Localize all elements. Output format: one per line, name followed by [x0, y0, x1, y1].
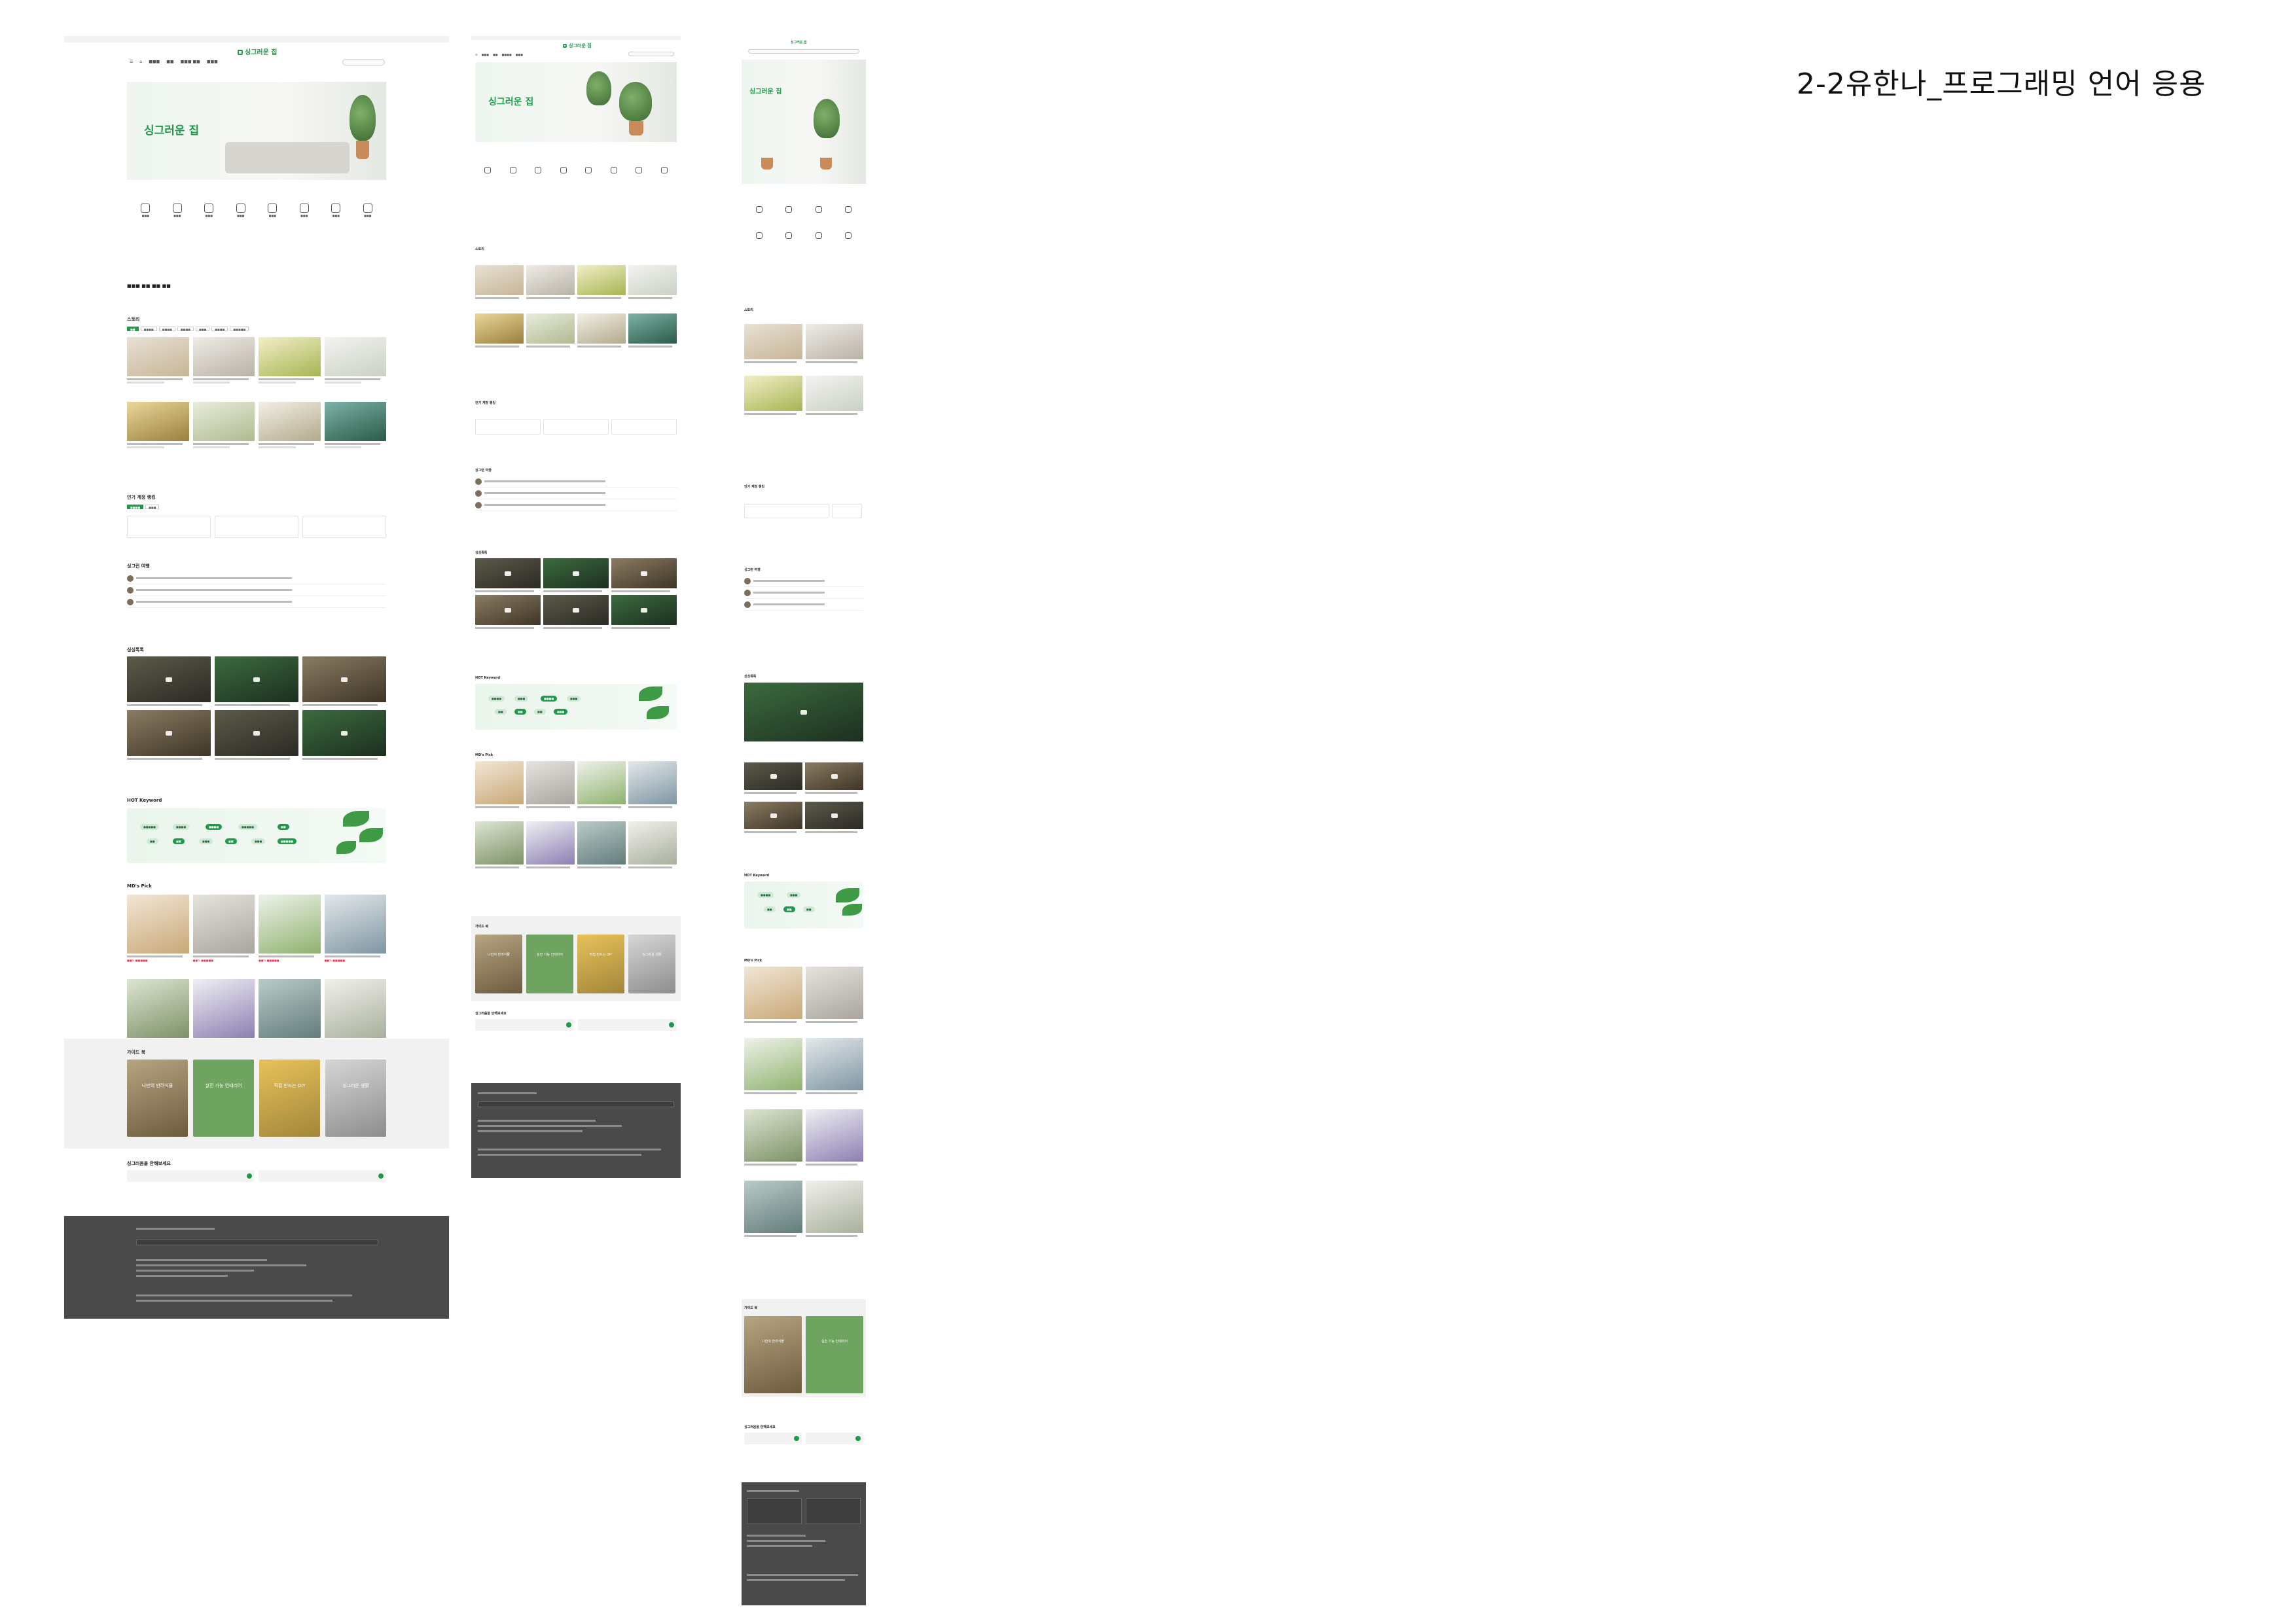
- mobile-md-title: MD's Pick: [744, 959, 762, 963]
- mobile-guide-card-2[interactable]: 실전 가능 인테리어: [806, 1316, 863, 1393]
- top-utility-bar: [64, 36, 449, 43]
- mobile-video-main[interactable]: [744, 683, 863, 741]
- mobile-hot-title: HOT Keyword: [744, 874, 770, 878]
- tablet-top-bar: [471, 36, 681, 40]
- tablet-hot-title: HOT Keyword: [475, 676, 501, 680]
- guide-card-1[interactable]: 나만의 반려식물: [127, 1060, 188, 1137]
- mobile-story-grid[interactable]: [744, 324, 863, 415]
- tablet-ask-buttons[interactable]: [475, 1019, 677, 1031]
- tablet-guide-title: 가이드 북: [475, 925, 489, 929]
- hero-banner[interactable]: 싱그러운 집: [127, 82, 386, 180]
- section-ranking-title: 인기 계정 랭킹: [127, 495, 156, 500]
- story-grid[interactable]: [127, 337, 386, 448]
- tablet-guide-card-4[interactable]: 싱그러운 생활: [628, 935, 675, 993]
- mobile-guide-card-1[interactable]: 나만의 반려식물: [744, 1316, 802, 1393]
- tablet-category-icons[interactable]: [475, 167, 677, 173]
- section-diary-title: 싱그런 여행: [127, 563, 150, 569]
- mobile-hot-keyword-panel[interactable]: ■■■■ ■■■ ■■ ■■ ■■: [744, 882, 863, 929]
- section-guide-title: 가이드 북: [127, 1050, 146, 1055]
- mobile-ranking-cards[interactable]: [744, 504, 863, 518]
- diary-list[interactable]: [127, 573, 386, 608]
- tablet-diary-list[interactable]: [475, 476, 677, 511]
- tablet-ranking-cards[interactable]: [475, 419, 677, 435]
- section-recommend-title: ■■■ ■■ ■■ ■■: [127, 283, 171, 289]
- section-md-title: MD's Pick: [127, 883, 152, 889]
- ask-buttons[interactable]: [127, 1170, 386, 1182]
- mobile-video-grid[interactable]: [744, 762, 863, 833]
- site-footer: [64, 1216, 449, 1319]
- mobile-logo[interactable]: 싱그러운 집: [791, 40, 807, 45]
- section-video-title: 싱싱톡톡: [127, 647, 144, 652]
- tablet-md-grid[interactable]: [475, 761, 677, 868]
- mobile-footer: [742, 1482, 866, 1605]
- mobile-md-grid[interactable]: [744, 967, 863, 1237]
- mobile-guide-section: 가이드 북 나만의 반려식물 실전 가능 인테리어: [742, 1299, 866, 1397]
- search-input[interactable]: [342, 59, 385, 65]
- guide-card-3[interactable]: 직접 만드는 DIY: [259, 1060, 320, 1137]
- tablet-story-grid[interactable]: [475, 265, 677, 348]
- site-logo[interactable]: 싱그러운 집: [238, 46, 277, 56]
- tablet-logo[interactable]: 싱그러운 집: [563, 43, 592, 49]
- tablet-video-grid[interactable]: [475, 558, 677, 629]
- tablet-mockup: 싱그러운 집 ☰ ■■■ ■■ ■■■■ ■■■ 싱그러운 집 스토리 인기 계정 랭킹…: [471, 36, 681, 1178]
- tablet-story-title: 스토리: [475, 247, 484, 251]
- hot-keyword-panel[interactable]: ■■■■■ ■■■■ ■■■■ ■■■■■ ■■ ■■ ■■ ■■■ ■■ ■■…: [127, 808, 386, 863]
- story-filter-chips[interactable]: ■■ ■■■■ ■■■■ ■■■■ ■■■ ■■■■ ■■■■■: [127, 327, 249, 331]
- ranking-tabs[interactable]: ■■■■ ■■■: [127, 505, 160, 509]
- tablet-footer: [471, 1083, 681, 1178]
- mobile-ranking-title: 인기 계정 랭킹: [744, 485, 765, 489]
- ranking-cards[interactable]: [127, 516, 386, 538]
- mobile-ask-buttons[interactable]: [744, 1433, 863, 1444]
- hero-logo: 싱그러운 집: [144, 124, 200, 137]
- section-hot-title: HOT Keyword: [127, 798, 162, 803]
- mobile-video-title: 싱싱톡톡: [744, 675, 757, 679]
- mobile-category-icons-row2[interactable]: [744, 232, 863, 239]
- video-grid[interactable]: [127, 656, 386, 760]
- mobile-guide-title: 가이드 북: [744, 1306, 758, 1310]
- category-icons[interactable]: ■■■ ■■■ ■■■ ■■■ ■■■ ■■■ ■■■ ■■■: [130, 204, 384, 217]
- main-nav[interactable]: ☰ ⌂ ■■■ ■■ ■■■ ■■ ■■■: [130, 58, 218, 65]
- mobile-hero-banner[interactable]: 싱그러운 집: [742, 60, 866, 184]
- tablet-guide-card-3[interactable]: 직접 만드는 DIY: [577, 935, 624, 993]
- desktop-mockup: 싱그러운 집 ☰ ⌂ ■■■ ■■ ■■■ ■■ ■■■ 싱그러운 집 ■■■ ■■■ ■…: [64, 36, 449, 1319]
- tablet-guide-card-1[interactable]: 나만의 반려식물: [475, 935, 522, 993]
- tablet-search-input[interactable]: [628, 52, 674, 56]
- guide-card-2[interactable]: 실전 가능 인테리어: [193, 1060, 254, 1137]
- tablet-nav[interactable]: ☰ ■■■ ■■ ■■■■ ■■■: [475, 50, 523, 58]
- mobile-category-icons-row1[interactable]: [744, 206, 863, 213]
- guide-book-section: 가이드 북 나만의 반려식물 실전 가능 인테리어 직접 만드는 DIY 싱그러…: [64, 1039, 449, 1149]
- tablet-hot-keyword-panel[interactable]: ■■■■ ■■■ ■■■■ ■■■ ■■ ■■ ■■ ■■■: [475, 684, 677, 730]
- mobile-search-input[interactable]: [748, 49, 859, 54]
- tablet-hero-banner[interactable]: 싱그러운 집: [475, 62, 677, 142]
- section-story-title: 스토리: [127, 317, 140, 322]
- tablet-hero-logo: 싱그러운 집: [488, 97, 534, 107]
- mobile-mockup: 싱그러운 집 싱그러운 집 스토리 인기 계정 랭킹 싱그런 여행 싱싱톡톡 H…: [742, 36, 866, 1607]
- mobile-diary-list[interactable]: [744, 575, 863, 611]
- section-ask-title: 싱그러움을 안해보세요: [127, 1161, 171, 1166]
- mobile-story-title: 스토리: [744, 308, 753, 312]
- document-title: 2-2유한나_프로그래밍 언어 응용: [1797, 67, 2206, 101]
- guide-card-4[interactable]: 싱그러운 생활: [325, 1060, 386, 1137]
- tablet-guide-section: 가이드 북 나만의 반려식물 실전 가능 인테리어 직접 만드는 DIY 싱그러…: [471, 916, 681, 1001]
- mobile-ask-title: 싱그러움을 안해보세요: [744, 1425, 776, 1429]
- tablet-md-title: MD's Pick: [475, 753, 493, 757]
- tablet-video-title: 싱싱톡톡: [475, 551, 488, 555]
- tablet-ask-title: 싱그러움을 안해보세요: [475, 1012, 507, 1016]
- tablet-guide-card-2[interactable]: 실전 가능 인테리어: [526, 935, 573, 993]
- tablet-diary-title: 싱그런 여행: [475, 469, 492, 473]
- mobile-diary-title: 싱그런 여행: [744, 568, 761, 572]
- md-pick-grid[interactable]: ■■% ■■■■■ ■■% ■■■■■ ■■% ■■■■■ ■■% ■■■■■ …: [127, 895, 386, 1046]
- tablet-ranking-title: 인기 계정 랭킹: [475, 401, 496, 405]
- mobile-hero-logo: 싱그러운 집: [749, 88, 782, 96]
